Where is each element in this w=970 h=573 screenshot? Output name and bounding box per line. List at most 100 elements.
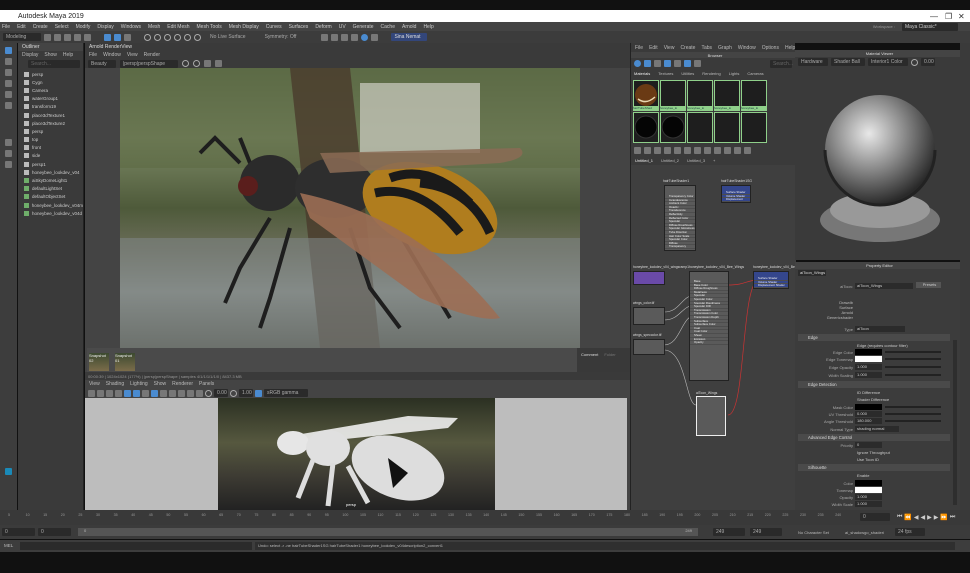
select-object-icon[interactable]	[114, 33, 121, 41]
hypershade-icon[interactable]	[361, 33, 369, 41]
select-hierarchy-icon[interactable]	[104, 33, 111, 41]
ne-input-icon[interactable]	[634, 147, 641, 154]
lasso-tool-icon[interactable]	[5, 58, 12, 65]
viewport-menu-shading[interactable]: Shading	[106, 381, 124, 387]
render-start-icon[interactable]	[182, 60, 189, 67]
hs-menu-file[interactable]: File	[635, 45, 643, 51]
edge-color-swatch[interactable]	[855, 349, 882, 355]
outliner-item[interactable]: persp	[18, 70, 83, 78]
smooth-shade-icon[interactable]	[151, 389, 158, 397]
render-icon[interactable]	[331, 33, 339, 41]
swatch-material[interactable]	[660, 112, 686, 143]
open-scene-icon[interactable]	[54, 33, 61, 41]
select-component-icon[interactable]	[124, 33, 131, 41]
ipr-render-icon[interactable]	[341, 33, 349, 41]
range-bar[interactable]: 0 249	[78, 528, 698, 536]
symmetry-label[interactable]: Symmetry: Off	[265, 34, 297, 40]
camera-select[interactable]: |persp|perspShape	[120, 59, 178, 68]
renderer-select[interactable]: Hardware	[798, 58, 828, 66]
presets-button[interactable]: Presets	[916, 282, 941, 288]
outliner-item[interactable]: defaultObjectSet	[18, 193, 83, 201]
swatch-material[interactable]	[687, 112, 713, 143]
ne-connected-icon[interactable]	[714, 147, 721, 154]
menu-arnold[interactable]: Arnold	[402, 24, 416, 30]
camera-attr-icon[interactable]	[97, 389, 104, 397]
renderview-menu-file[interactable]: File	[89, 52, 97, 58]
shader-ball-preview[interactable]	[795, 70, 960, 260]
renderview-menu-window[interactable]: Window	[103, 52, 121, 58]
menu-deform[interactable]: Deform	[315, 24, 331, 30]
swatch-material[interactable]	[741, 112, 767, 143]
ne-clear-icon[interactable]	[664, 147, 671, 154]
swatch-material[interactable]	[714, 112, 740, 143]
section-silhouette[interactable]: Silhouette	[798, 464, 950, 471]
anim-end-field[interactable]: 249	[750, 528, 782, 536]
outliner-item[interactable]: defaultLightSet	[18, 185, 83, 193]
bookmark-icon[interactable]	[106, 389, 113, 397]
node-graph[interactable]: hairTubeShader1 Transparency Color Incand…	[631, 165, 822, 510]
mask-color-slider[interactable]	[885, 406, 941, 408]
hs-menu-edit[interactable]: Edit	[649, 45, 658, 51]
hs-menu-window[interactable]: Window	[738, 45, 756, 51]
snap-grid-icon[interactable]	[144, 33, 151, 41]
uv-threshold-slider[interactable]	[885, 413, 941, 415]
environment-select[interactable]: Interior1 Color	[868, 58, 908, 66]
ignore-throughput-checkbox[interactable]: Ignore Throughput	[857, 450, 890, 455]
menu-edit[interactable]: Edit	[17, 24, 26, 30]
outliner-item[interactable]: honeybee_lookdev_v04	[18, 168, 83, 176]
tab-utilities[interactable]: Utilities	[681, 71, 694, 76]
image-plane-icon[interactable]	[115, 389, 122, 397]
tab-rendering[interactable]: Rendering	[702, 71, 720, 76]
swatch-material[interactable]	[633, 112, 659, 143]
width-scaling-slider[interactable]	[885, 374, 941, 376]
camera-select-icon[interactable]	[88, 389, 95, 397]
viewport-menu-view[interactable]: View	[89, 381, 100, 387]
hs-menu-tabs[interactable]: Tabs	[701, 45, 712, 51]
exposure-field[interactable]: 0.00	[214, 389, 228, 397]
sign-in-button[interactable]: Sina Nemat	[391, 33, 428, 41]
section-edge[interactable]: Edge	[798, 334, 950, 341]
crop-region-icon[interactable]	[204, 60, 211, 67]
edge-contour-checkbox[interactable]: Edge (requires contour filter)	[857, 343, 908, 348]
outliner-item[interactable]: front	[18, 144, 83, 152]
redo-icon[interactable]	[84, 33, 91, 41]
save-scene-icon[interactable]	[64, 33, 71, 41]
snap-view-icon[interactable]	[174, 33, 181, 41]
shadows-icon[interactable]	[178, 389, 185, 397]
isolate-icon[interactable]	[187, 389, 194, 397]
mv-exposure-field[interactable]: 0.00	[921, 58, 935, 66]
aov-select[interactable]: Beauty	[88, 59, 116, 68]
width-scaling-field[interactable]: 1.000	[855, 372, 882, 378]
menu-windows[interactable]: Windows	[121, 24, 141, 30]
outliner-item[interactable]: aiSkyDomeLight1	[18, 176, 83, 184]
hs-menu-create[interactable]: Create	[680, 45, 695, 51]
textured-icon[interactable]	[160, 389, 167, 397]
viewport-menu-lighting[interactable]: Lighting	[130, 381, 148, 387]
shader-difference-checkbox[interactable]: Shader Difference	[857, 397, 889, 402]
menu-curves[interactable]: Curves	[266, 24, 282, 30]
step-forward-key-icon[interactable]: ⏩	[940, 514, 947, 521]
viewport-menu-renderer[interactable]: Renderer	[172, 381, 193, 387]
rotate-tool-icon[interactable]	[5, 91, 12, 98]
current-frame-field[interactable]: 0	[860, 513, 890, 521]
close-button[interactable]: ✕	[958, 12, 965, 21]
play-backward-icon[interactable]: ◀	[921, 514, 926, 521]
move-tool-icon[interactable]	[5, 80, 12, 87]
tab-cameras[interactable]: Cameras	[747, 71, 763, 76]
outliner-item[interactable]: persp1	[18, 160, 83, 168]
menu-modify[interactable]: Modify	[76, 24, 91, 30]
outliner-item[interactable]: side	[18, 152, 83, 160]
node-attribute[interactable]: Displacement Shader	[722, 198, 750, 202]
step-back-key-icon[interactable]: ⏪	[904, 514, 911, 521]
snap-curve-icon[interactable]	[154, 33, 161, 41]
go-to-end-icon[interactable]: ⏭	[950, 514, 955, 521]
hs-menu-graph[interactable]: Graph	[718, 45, 732, 51]
menu-surfaces[interactable]: Surfaces	[289, 24, 309, 30]
ne-custom-icon[interactable]	[734, 147, 741, 154]
node-attribute[interactable]: Opacity	[690, 341, 728, 345]
tab-textures[interactable]: Textures	[658, 71, 673, 76]
width-scale-field[interactable]: 1.000	[855, 501, 882, 507]
menu-mesh-display[interactable]: Mesh Display	[229, 24, 259, 30]
mode-select[interactable]: Modeling	[3, 33, 41, 41]
outliner-menu-show[interactable]: Show	[44, 52, 57, 58]
